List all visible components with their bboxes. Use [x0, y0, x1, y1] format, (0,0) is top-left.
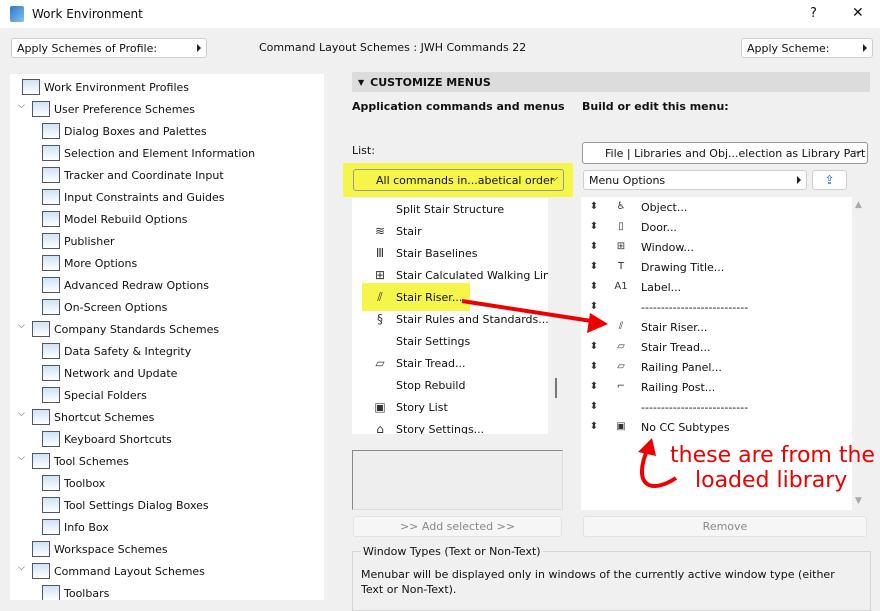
annotation-line1: these are from the: [670, 443, 875, 468]
annotation-arrow-line: [461, 299, 599, 324]
annotation-arrowhead: [587, 313, 608, 333]
annotation-curved-arrowhead: [638, 438, 656, 456]
annotation-line2: loaded library: [695, 468, 847, 493]
annotation-overlay: these are from the loaded library: [461, 299, 875, 493]
